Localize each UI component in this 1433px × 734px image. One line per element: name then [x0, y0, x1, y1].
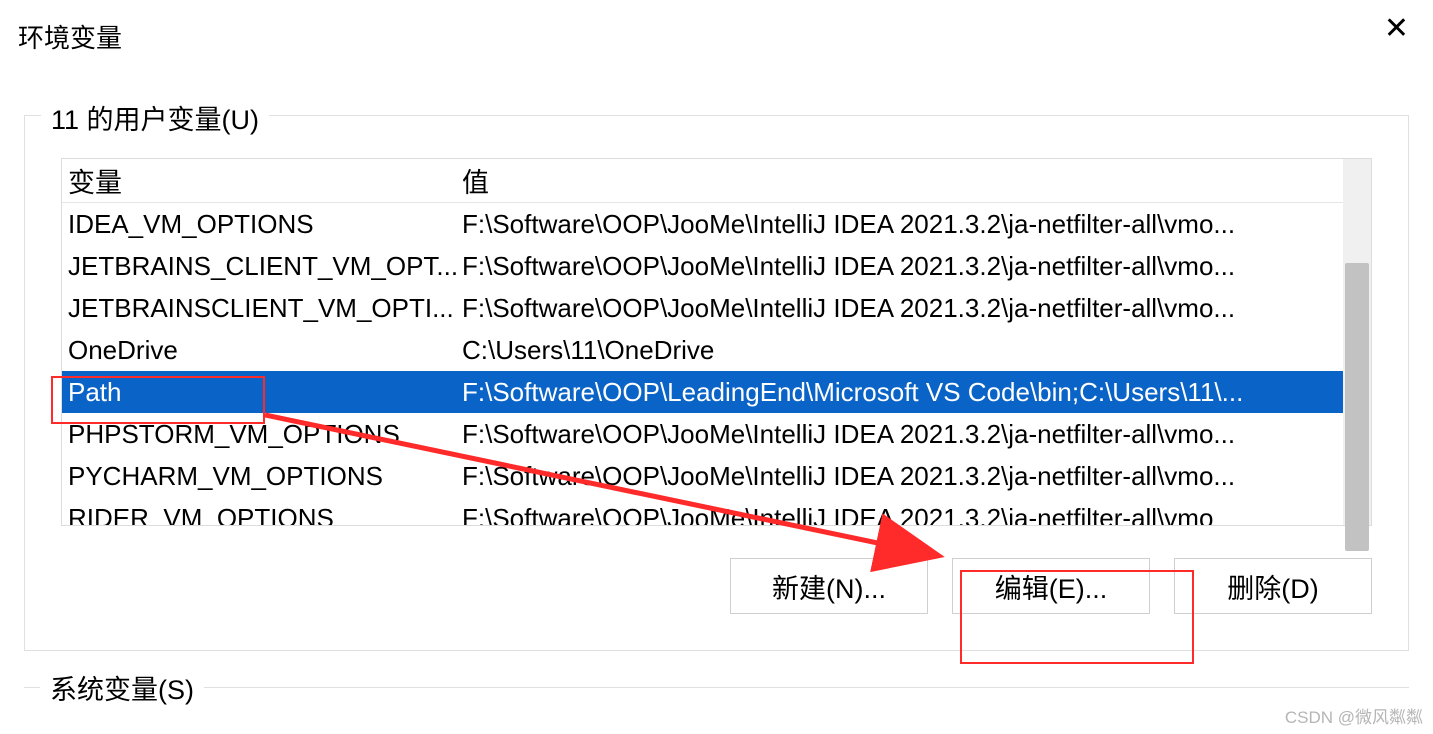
table-row[interactable]: JETBRAINS_CLIENT_VM_OPT...F:\Software\OO…	[62, 245, 1343, 287]
table-row[interactable]: PHPSTORM_VM_OPTIONSF:\Software\OOP\JooMe…	[62, 413, 1343, 455]
user-variables-label: 11 的用户变量(U)	[41, 98, 269, 137]
cell-variable: OneDrive	[68, 335, 462, 366]
cell-value: F:\Software\OOP\JooMe\IntelliJ IDEA 2021…	[462, 503, 1343, 526]
cell-variable: Path	[68, 377, 462, 408]
header-value: 值	[462, 161, 1343, 200]
cell-value: F:\Software\OOP\JooMe\IntelliJ IDEA 2021…	[462, 293, 1343, 324]
new-button[interactable]: 新建(N)...	[730, 558, 928, 614]
scrollbar[interactable]	[1343, 159, 1371, 525]
cell-value: F:\Software\OOP\JooMe\IntelliJ IDEA 2021…	[462, 209, 1343, 240]
table-row[interactable]: PYCHARM_VM_OPTIONSF:\Software\OOP\JooMe\…	[62, 455, 1343, 497]
cell-variable: PHPSTORM_VM_OPTIONS	[68, 419, 462, 450]
system-variables-group: 系统变量(S)	[24, 687, 1409, 688]
cell-variable: JETBRAINS_CLIENT_VM_OPT...	[68, 251, 462, 282]
system-variables-label: 系统变量(S)	[40, 668, 204, 707]
user-variables-group: 11 的用户变量(U) 变量 值 IDEA_VM_OPTIONSF:\Softw…	[24, 115, 1409, 651]
watermark: CSDN @微风粼粼	[1285, 703, 1423, 728]
edit-button[interactable]: 编辑(E)...	[952, 558, 1150, 614]
close-icon[interactable]: ✕	[1380, 14, 1413, 44]
header-variable: 变量	[68, 161, 462, 200]
scrollbar-thumb[interactable]	[1345, 263, 1369, 551]
cell-value: F:\Software\OOP\JooMe\IntelliJ IDEA 2021…	[462, 419, 1343, 450]
cell-value: F:\Software\OOP\JooMe\IntelliJ IDEA 2021…	[462, 461, 1343, 492]
user-variables-list[interactable]: 变量 值 IDEA_VM_OPTIONSF:\Software\OOP\JooM…	[61, 158, 1372, 526]
cell-value: F:\Software\OOP\JooMe\IntelliJ IDEA 2021…	[462, 251, 1343, 282]
table-row[interactable]: IDEA_VM_OPTIONSF:\Software\OOP\JooMe\Int…	[62, 203, 1343, 245]
table-row[interactable]: PathF:\Software\OOP\LeadingEnd\Microsoft…	[62, 371, 1343, 413]
table-row[interactable]: OneDriveC:\Users\11\OneDrive	[62, 329, 1343, 371]
cell-variable: IDEA_VM_OPTIONS	[68, 209, 462, 240]
dialog-title: 环境变量	[18, 18, 122, 55]
table-row[interactable]: JETBRAINSCLIENT_VM_OPTI...F:\Software\OO…	[62, 287, 1343, 329]
table-row[interactable]: RIDER_VM_OPTIONSF:\Software\OOP\JooMe\In…	[62, 497, 1343, 525]
cell-value: F:\Software\OOP\LeadingEnd\Microsoft VS …	[462, 377, 1343, 408]
cell-variable: RIDER_VM_OPTIONS	[68, 503, 462, 526]
cell-value: C:\Users\11\OneDrive	[462, 335, 1343, 366]
delete-button[interactable]: 删除(D)	[1174, 558, 1372, 614]
cell-variable: JETBRAINSCLIENT_VM_OPTI...	[68, 293, 462, 324]
list-header: 变量 值	[62, 159, 1343, 203]
cell-variable: PYCHARM_VM_OPTIONS	[68, 461, 462, 492]
